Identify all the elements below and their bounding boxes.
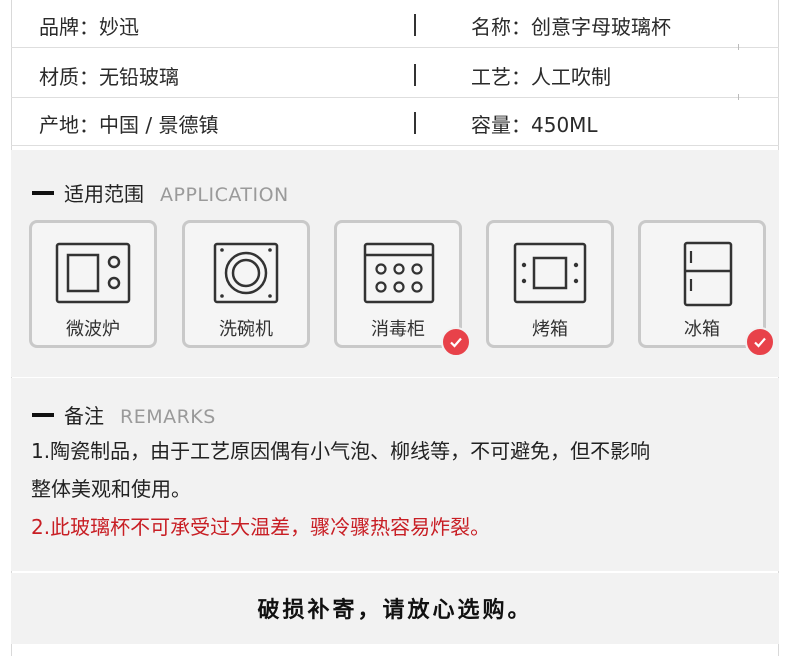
app-card-refrigerator: 冰箱 [638,220,775,357]
footer-note: 破损补寄，请放心选购。 [257,598,533,623]
app-label: 烤箱 [532,319,568,340]
oven-icon [513,242,587,304]
heading-bar [32,191,54,195]
remark-line-2-warning: 2.此玻璃杯不可承受过大温差，骤冷骤热容易炸裂。 [31,515,491,539]
application-title-en: APPLICATION [160,184,289,206]
application-heading: 适用范围 APPLICATION [32,178,289,207]
heading-bar [32,413,54,417]
app-card-sterilizer: 消毒柜 [334,220,471,357]
refrigerator-icon [683,241,733,307]
spec-row-origin: 产地：中国 / 景德镇 容量：450ML [11,98,779,146]
remarks-panel: 备注 REMARKS 1.陶瓷制品，由于工艺原因偶有小气泡、柳线等，不可避免，但… [11,378,779,571]
spec-craft: 工艺：人工吹制 [471,65,611,89]
spec-row-brand: 品牌：妙迅 名称：创意字母玻璃杯 [11,0,779,50]
remarks-title-cn: 备注 [64,404,104,428]
spec-divider [414,64,416,86]
app-card-dishwasher: 洗碗机 [182,220,310,348]
check-icon [441,327,471,357]
spec-capacity: 容量：450ML [471,113,598,137]
microwave-icon [55,242,131,304]
spec-divider [414,112,416,134]
spec-row-material: 材质：无铅玻璃 工艺：人工吹制 [11,50,779,100]
remark-line-1-cont: 整体美观和使用。 [31,477,191,501]
remarks-title-en: REMARKS [120,406,216,428]
spec-name: 名称：创意字母玻璃杯 [471,15,671,39]
remark-line-1: 1.陶瓷制品，由于工艺原因偶有小气泡、柳线等，不可避免，但不影响 [31,439,651,463]
check-icon [745,327,775,357]
spec-material: 材质：无铅玻璃 [39,65,179,89]
sterilizer-cabinet-icon [363,242,435,304]
remarks-body: 1.陶瓷制品，由于工艺原因偶有小气泡、柳线等，不可避免，但不影响 整体美观和使用… [31,432,771,546]
dishwasher-icon [213,242,279,304]
spec-divider [414,14,416,36]
app-card-microwave: 微波炉 [29,220,157,348]
app-label: 洗碗机 [219,319,273,340]
app-label: 微波炉 [66,319,120,340]
app-card-oven: 烤箱 [486,220,614,348]
spec-brand: 品牌：妙迅 [39,15,139,39]
remarks-heading: 备注 REMARKS [32,400,216,429]
application-title-cn: 适用范围 [64,182,144,206]
spec-origin: 产地：中国 / 景德镇 [39,113,219,137]
